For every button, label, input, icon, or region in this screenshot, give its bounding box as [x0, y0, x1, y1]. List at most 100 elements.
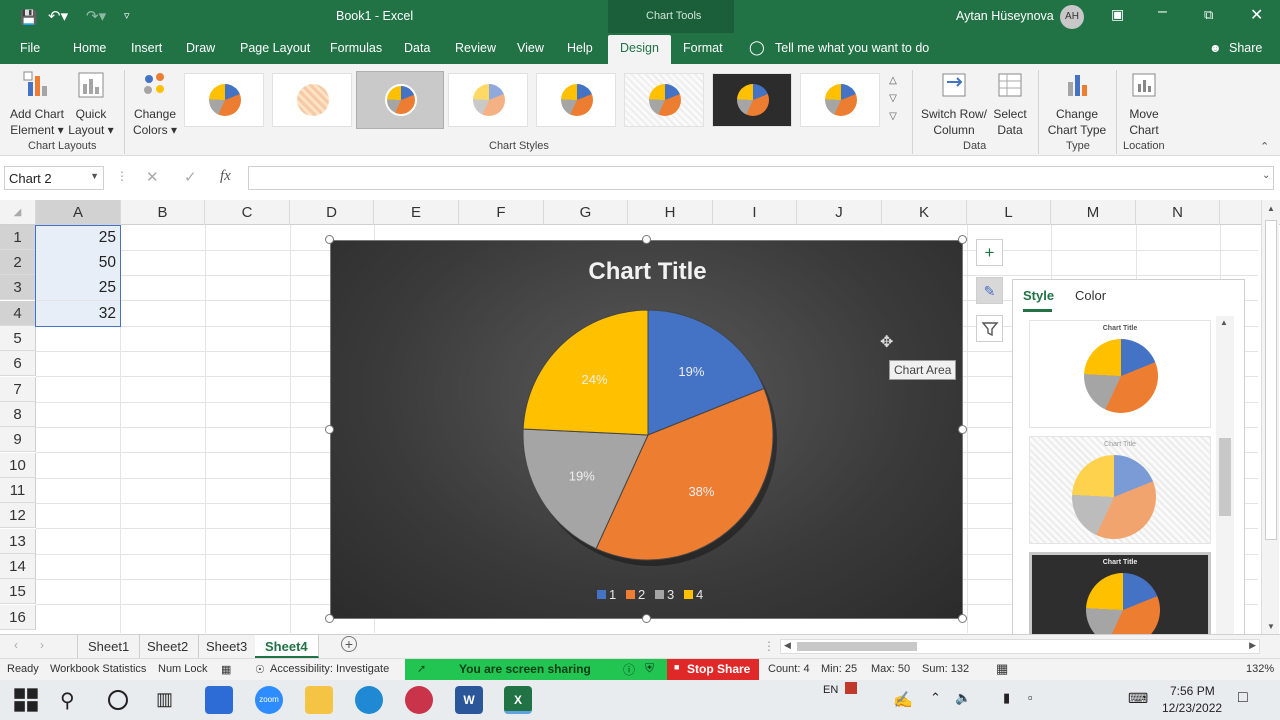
scroll-up-icon[interactable]: ▲: [1220, 318, 1228, 327]
info-icon[interactable]: ⓘ: [623, 661, 635, 678]
chart-area[interactable]: Chart Title 19% 38% 19% 24% 1 2 3 4: [330, 240, 963, 619]
restore-icon[interactable]: ⧉: [1204, 7, 1213, 23]
tab-review[interactable]: Review: [455, 41, 496, 55]
stop-share-button[interactable]: ■ Stop Share: [667, 659, 759, 680]
row-header-1[interactable]: 1: [0, 225, 36, 250]
word-icon[interactable]: W: [455, 686, 483, 714]
legend-swatch-4[interactable]: [684, 590, 693, 599]
data-label-4[interactable]: 24%: [582, 372, 608, 387]
formula-input[interactable]: [248, 166, 1274, 190]
volume-icon[interactable]: 🔈: [955, 690, 971, 706]
legend-label-1[interactable]: 1: [609, 587, 616, 602]
data-label-1[interactable]: 19%: [678, 364, 704, 379]
row-header-14[interactable]: 14: [0, 554, 36, 579]
row-header-6[interactable]: 6: [0, 351, 36, 376]
column-header-e[interactable]: E: [374, 200, 459, 225]
legend-swatch-3[interactable]: [655, 590, 664, 599]
column-header-b[interactable]: B: [121, 200, 205, 225]
user-name[interactable]: Aytan Hüseynova: [956, 9, 1054, 23]
redo-icon[interactable]: ↷▾: [86, 7, 106, 25]
data-label-3[interactable]: 19%: [569, 468, 595, 483]
resize-handle[interactable]: [325, 235, 334, 244]
status-count[interactable]: Count: 4: [768, 663, 810, 675]
row-header-5[interactable]: 5: [0, 326, 36, 351]
tab-draw[interactable]: Draw: [186, 41, 215, 55]
sheet-tab-3[interactable]: Sheet3: [196, 635, 259, 658]
file-explorer-icon[interactable]: [305, 686, 333, 714]
tab-data[interactable]: Data: [404, 41, 430, 55]
chart-style-8[interactable]: [800, 73, 880, 127]
scroll-right-icon[interactable]: ▶: [1249, 640, 1256, 651]
move-chart-button[interactable]: Move Chart: [1122, 70, 1166, 138]
resize-handle[interactable]: [958, 235, 967, 244]
tab-insert[interactable]: Insert: [131, 41, 162, 55]
column-header-l[interactable]: L: [967, 200, 1051, 225]
windows-start-icon[interactable]: [12, 686, 40, 714]
resize-handle[interactable]: [958, 614, 967, 623]
legend-label-3[interactable]: 3: [667, 587, 674, 602]
row-header-2[interactable]: 2: [0, 250, 36, 275]
pane-scrollbar[interactable]: ▲ ▼: [1216, 316, 1234, 668]
network-icon[interactable]: ▫: [1028, 690, 1033, 705]
row-header-10[interactable]: 10: [0, 453, 36, 478]
notification-icon[interactable]: □: [1238, 689, 1248, 707]
chart-style-2[interactable]: [272, 73, 352, 127]
pen-icon[interactable]: ✍: [893, 690, 913, 710]
row-header-16[interactable]: 16: [0, 605, 36, 630]
share-button[interactable]: Share: [1229, 41, 1262, 55]
accessibility-status[interactable]: Accessibility: Investigate: [270, 663, 389, 675]
chart-style-1[interactable]: [184, 73, 264, 127]
insert-function-icon[interactable]: fx: [220, 168, 231, 185]
change-chart-type-button[interactable]: Change Chart Type: [1044, 70, 1110, 138]
tab-formulas[interactable]: Formulas: [330, 41, 382, 55]
legend-swatch-2[interactable]: [626, 590, 635, 599]
scroll-thumb[interactable]: [1219, 438, 1231, 516]
vertical-scrollbar[interactable]: ▲ ▼: [1261, 200, 1279, 634]
column-header-d[interactable]: D: [290, 200, 374, 225]
status-min[interactable]: Min: 25: [821, 663, 857, 675]
expand-formula-icon[interactable]: ⌄: [1262, 170, 1270, 181]
zoom-level[interactable]: 132%: [1246, 663, 1274, 675]
tell-me-search[interactable]: Tell me what you want to do: [775, 41, 929, 55]
row-header-9[interactable]: 9: [0, 427, 36, 452]
chart-style-3[interactable]: [356, 71, 444, 129]
language-indicator[interactable]: EN: [823, 684, 838, 696]
style-option-2[interactable]: Chart Title: [1029, 436, 1211, 544]
collapse-ribbon-icon[interactable]: ⌃: [1260, 140, 1269, 153]
normal-view-icon[interactable]: ▦: [996, 661, 1008, 677]
scroll-down-icon[interactable]: ▼: [1267, 622, 1275, 631]
cancel-icon[interactable]: ✕: [146, 168, 159, 186]
new-sheet-icon[interactable]: +: [341, 636, 357, 652]
row-header-12[interactable]: 12: [0, 503, 36, 528]
ribbon-display-icon[interactable]: ▣: [1111, 6, 1124, 23]
cortana-icon[interactable]: [108, 690, 128, 710]
scroll-up-icon[interactable]: ▲: [1267, 204, 1275, 213]
column-header-j[interactable]: J: [797, 200, 882, 225]
chart-title[interactable]: Chart Title: [588, 258, 706, 285]
scroll-thumb[interactable]: [1265, 220, 1277, 540]
name-box[interactable]: Chart 2 ▼: [4, 166, 104, 190]
undo-icon[interactable]: ↶▾: [48, 7, 68, 25]
change-colors-button[interactable]: Change Colors ▾: [130, 70, 180, 138]
search-icon[interactable]: ⚲: [60, 688, 88, 716]
chart-filters-button[interactable]: [976, 315, 1003, 342]
resize-handle[interactable]: [958, 425, 967, 434]
save-icon[interactable]: 💾: [20, 9, 37, 26]
gallery-more-icon[interactable]: ▽: [884, 108, 902, 126]
horizontal-scrollbar[interactable]: ◀ ▶: [780, 639, 1260, 654]
avatar[interactable]: AH: [1060, 5, 1084, 29]
clock-time[interactable]: 7:56 PM: [1170, 684, 1215, 698]
status-max[interactable]: Max: 50: [871, 663, 910, 675]
legend-label-4[interactable]: 4: [696, 587, 703, 602]
row-header-13[interactable]: 13: [0, 529, 36, 554]
chart-style-6[interactable]: [624, 73, 704, 127]
minimize-icon[interactable]: –: [1158, 3, 1167, 21]
switch-row-column-button[interactable]: Switch Row/ Column: [918, 70, 990, 138]
task-view-icon[interactable]: ▥: [156, 689, 184, 717]
row-header-7[interactable]: 7: [0, 377, 36, 402]
workbook-statistics[interactable]: Workbook Statistics: [50, 663, 146, 675]
remote-desktop-icon[interactable]: [205, 686, 233, 714]
resize-handle[interactable]: [642, 614, 651, 623]
enter-icon[interactable]: ✓: [184, 168, 197, 186]
add-chart-element-button[interactable]: Add Chart Element ▾: [8, 70, 66, 138]
